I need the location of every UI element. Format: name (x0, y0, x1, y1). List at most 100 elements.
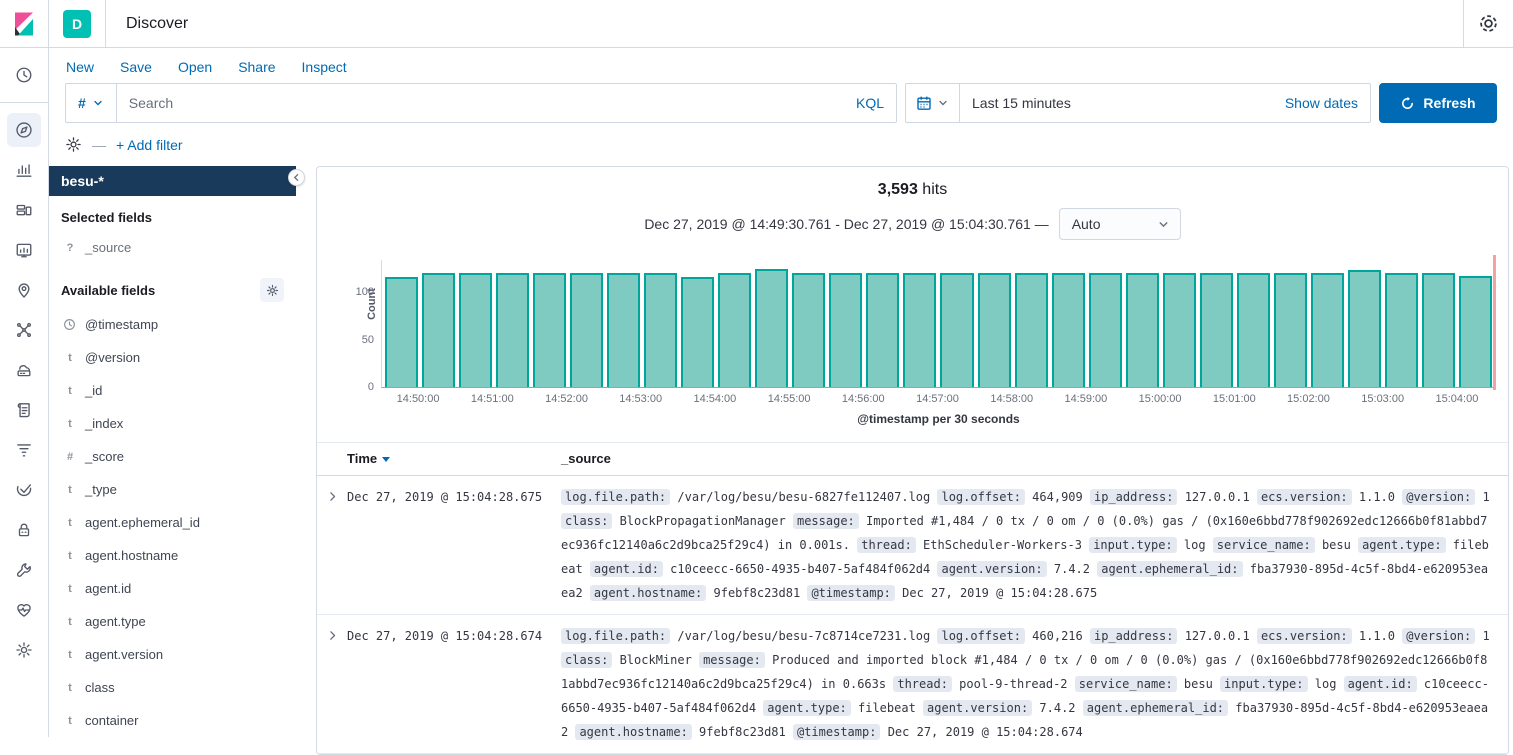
filter-settings-gear-icon[interactable] (65, 136, 82, 153)
histogram-bar[interactable] (1200, 273, 1233, 387)
nav-maps-icon[interactable] (7, 273, 41, 307)
kibana-logo[interactable] (0, 0, 49, 47)
menu-open[interactable]: Open (178, 59, 212, 75)
histogram-bar[interactable] (1163, 273, 1196, 387)
nav-logs-icon[interactable] (7, 393, 41, 427)
nav-management-icon[interactable] (7, 633, 41, 667)
histogram-bar[interactable] (1089, 273, 1122, 387)
nav-uptime-icon[interactable] (7, 473, 41, 507)
field-item-_type[interactable]: t_type (61, 473, 284, 506)
histogram-bar[interactable] (903, 273, 936, 387)
expand-row-icon[interactable] (317, 485, 347, 605)
row-source: log.file.path: /var/log/besu/besu-7c8714… (561, 624, 1508, 744)
sidebar-collapse-button[interactable] (288, 169, 305, 186)
search-input[interactable] (117, 95, 844, 111)
discover-app-badge[interactable]: D (63, 10, 91, 38)
field-item-@version[interactable]: t@version (61, 341, 284, 374)
field-item-agent.ephemeral_id[interactable]: tagent.ephemeral_id (61, 506, 284, 539)
field-name: _id (85, 383, 102, 398)
x-axis-tick: 14:54:00 (693, 393, 736, 405)
histogram-bar[interactable] (1237, 273, 1270, 387)
documents-table: Time _source Dec 27, 2019 @ 15:04:28.675… (317, 442, 1508, 754)
x-axis-tick: 15:03:00 (1361, 393, 1404, 405)
field-name: agent.hostname (85, 548, 178, 563)
index-pattern-selector[interactable]: besu-* (49, 166, 296, 196)
field-settings-gear-icon[interactable] (260, 278, 284, 302)
field-name: _source (85, 240, 131, 255)
nav-discover-icon[interactable] (7, 113, 41, 147)
top-menu: New Save Open Share Inspect (49, 48, 1513, 83)
histogram-bar[interactable] (792, 273, 825, 387)
field-item-_source[interactable]: ?_source (61, 231, 284, 264)
nav-recently-viewed-icon[interactable] (7, 58, 41, 92)
histogram-bar[interactable] (829, 273, 862, 387)
field-item-@timestamp[interactable]: @timestamp (61, 308, 284, 341)
histogram-bars[interactable] (383, 260, 1494, 387)
menu-save[interactable]: Save (120, 59, 152, 75)
nav-stack-monitoring-icon[interactable] (7, 593, 41, 627)
top-header: D Discover (0, 0, 1513, 48)
histogram-bar[interactable] (1348, 270, 1381, 387)
refresh-button[interactable]: Refresh (1379, 83, 1497, 123)
x-axis-tick: 14:55:00 (768, 393, 811, 405)
histogram-bar[interactable] (533, 273, 566, 387)
time-range-value[interactable]: Last 15 minutes (960, 95, 1273, 111)
text-field-icon: t (63, 352, 77, 364)
add-filter-button[interactable]: + Add filter (116, 137, 183, 153)
histogram-bar[interactable] (1052, 273, 1085, 387)
histogram-bar[interactable] (1422, 273, 1455, 387)
field-key-badge: log.offset: (937, 628, 1024, 644)
histogram-bar[interactable] (1385, 273, 1418, 387)
field-key-badge: ecs.version: (1257, 489, 1352, 505)
field-item-class[interactable]: tclass (61, 671, 284, 704)
field-item-agent.type[interactable]: tagent.type (61, 605, 284, 638)
histogram-bar[interactable] (755, 269, 788, 388)
histogram-bar[interactable] (422, 273, 455, 387)
time-column-header[interactable]: Time (347, 451, 561, 466)
histogram-bar[interactable] (607, 273, 640, 387)
field-item-container[interactable]: tcontainer (61, 704, 284, 737)
histogram-bar[interactable] (1015, 273, 1048, 387)
histogram-bar[interactable] (866, 273, 899, 387)
x-axis-tick: 14:58:00 (990, 393, 1033, 405)
nav-canvas-icon[interactable] (7, 233, 41, 267)
show-dates-button[interactable]: Show dates (1273, 95, 1370, 111)
saved-query-menu-button[interactable]: # (66, 84, 117, 122)
histogram-bar[interactable] (459, 273, 492, 387)
field-item-_id[interactable]: t_id (61, 374, 284, 407)
text-field-icon: t (63, 418, 77, 430)
histogram-bar[interactable] (978, 273, 1011, 387)
field-item-agent.id[interactable]: tagent.id (61, 572, 284, 605)
expand-row-icon[interactable] (317, 624, 347, 744)
histogram-bar[interactable] (1311, 273, 1344, 387)
histogram-bar[interactable] (570, 273, 603, 387)
menu-inspect[interactable]: Inspect (302, 59, 347, 75)
histogram-bar[interactable] (1459, 276, 1492, 387)
nav-dashboard-icon[interactable] (7, 193, 41, 227)
nav-dev-tools-icon[interactable] (7, 553, 41, 587)
histogram-bar[interactable] (1274, 273, 1307, 387)
nav-metrics-icon[interactable] (7, 353, 41, 387)
x-axis-tick: 14:52:00 (545, 393, 588, 405)
menu-new[interactable]: New (66, 59, 94, 75)
nav-visualize-icon[interactable] (7, 153, 41, 187)
histogram-bar[interactable] (496, 273, 529, 387)
histogram-bar[interactable] (681, 277, 714, 387)
histogram-bar[interactable] (385, 277, 418, 387)
nav-machine-learning-icon[interactable] (7, 313, 41, 347)
nav-siem-icon[interactable] (7, 513, 41, 547)
kql-button[interactable]: KQL (844, 95, 896, 111)
help-icon[interactable] (1479, 14, 1498, 33)
field-item-agent.hostname[interactable]: tagent.hostname (61, 539, 284, 572)
histogram-bar[interactable] (940, 273, 973, 387)
histogram-bar[interactable] (718, 273, 751, 387)
field-item-agent.version[interactable]: tagent.version (61, 638, 284, 671)
histogram-bar[interactable] (1126, 273, 1159, 387)
interval-select[interactable]: Auto (1059, 208, 1181, 240)
field-item-_index[interactable]: t_index (61, 407, 284, 440)
date-quick-menu-button[interactable] (906, 84, 960, 122)
menu-share[interactable]: Share (238, 59, 275, 75)
nav-apm-icon[interactable] (7, 433, 41, 467)
field-item-_score[interactable]: #_score (61, 440, 284, 473)
histogram-bar[interactable] (644, 273, 677, 387)
